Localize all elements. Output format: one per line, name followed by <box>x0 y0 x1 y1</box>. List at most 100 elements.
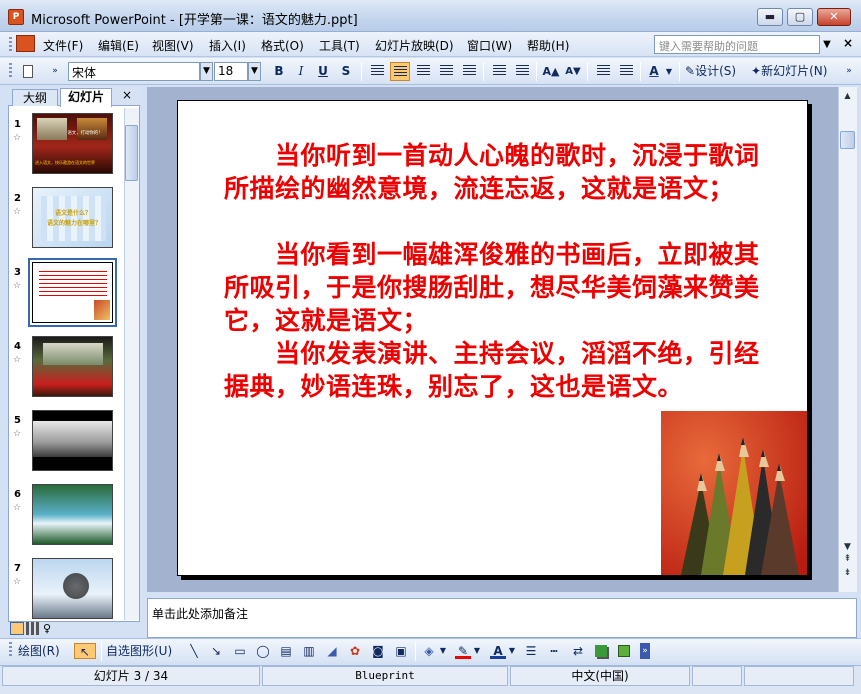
new-document-icon[interactable] <box>18 62 38 81</box>
normal-view-icon[interactable] <box>10 622 24 635</box>
slideshow-view-icon[interactable]: ♀ <box>43 622 51 635</box>
menu-insert[interactable]: 插入(I) <box>209 37 246 54</box>
font-color-button[interactable]: A <box>645 62 663 81</box>
shrink-font-icon[interactable]: A▼ <box>563 62 583 81</box>
shadow-style-icon[interactable] <box>593 643 609 659</box>
font-size-input[interactable]: 18 <box>214 62 248 81</box>
bullets-icon[interactable] <box>512 62 532 81</box>
scroll-up-icon[interactable]: ▲ <box>838 87 857 104</box>
menu-window[interactable]: 窗口(W) <box>467 37 512 54</box>
menu-help[interactable]: 帮助(H) <box>527 37 569 54</box>
design-label: 设计(S) <box>695 64 737 78</box>
font-size-dropdown-icon[interactable]: ▼ <box>248 62 261 81</box>
window-title: Microsoft PowerPoint - [开学第一课：语文的魅力.ppt] <box>31 13 358 28</box>
slide-paragraph-1[interactable]: 当你听到一首动人心魄的歌时，沉浸于歌词所描绘的幽然意境，流连忘返，这就是语文； <box>224 139 764 205</box>
vertical-textbox-icon[interactable]: ▥ <box>301 643 317 659</box>
menu-format[interactable]: 格式(O) <box>261 37 304 54</box>
slide-sorter-view-icon[interactable] <box>26 622 40 635</box>
line-icon[interactable]: ╲ <box>186 643 202 659</box>
italic-button[interactable]: I <box>292 62 310 81</box>
arrow-style-icon[interactable]: ⇄ <box>569 643 587 659</box>
decrease-indent-icon[interactable] <box>593 62 613 81</box>
tab-slides[interactable]: 幻灯片 <box>60 88 112 107</box>
toolbar-separator <box>679 62 680 81</box>
pane-close-icon[interactable]: × <box>122 88 132 102</box>
slide-thumbnail-4[interactable] <box>32 336 113 397</box>
toolbar-grip[interactable] <box>9 642 12 658</box>
autoshapes-button[interactable]: 自选图形(U) <box>106 643 182 659</box>
document-icon[interactable] <box>16 35 35 52</box>
new-slide-button[interactable]: ✦新幻灯片(N) <box>751 62 839 81</box>
close-window-button[interactable]: ✕ <box>817 8 851 26</box>
draw-font-color-dropdown-icon[interactable]: ▼ <box>507 643 517 659</box>
align-right-icon[interactable] <box>413 62 433 81</box>
font-name-input[interactable]: 宋体 <box>68 62 200 81</box>
help-search-input[interactable]: 键入需要帮助的问题 <box>654 35 820 54</box>
underline-button[interactable]: U <box>314 62 332 81</box>
align-center-icon[interactable] <box>390 62 410 81</box>
thumbnail-scrollbar[interactable] <box>124 108 139 620</box>
slide-thumbnail-3[interactable] <box>32 262 113 323</box>
menu-file[interactable]: 文件(F) <box>43 37 83 54</box>
toolbar-options-icon[interactable]: » <box>842 62 856 81</box>
toolbar-options-icon[interactable]: » <box>48 62 62 81</box>
line-color-dropdown-icon[interactable]: ▼ <box>472 643 482 659</box>
menu-grip[interactable] <box>9 37 12 53</box>
close-document-button[interactable]: × <box>843 36 853 50</box>
diagram-icon[interactable]: ✿ <box>347 643 363 659</box>
notes-pane[interactable]: 单击此处添加备注 <box>147 598 857 638</box>
grow-font-icon[interactable]: A▲ <box>541 62 561 81</box>
increase-indent-icon[interactable] <box>616 62 636 81</box>
draw-font-color-icon[interactable]: A <box>490 643 506 659</box>
slide-paragraph-2[interactable]: 当你看到一幅雄浑俊雅的书画后，立即被其所吸引，于是你搜肠刮肚，想尽华美饲藻来赞美… <box>224 238 764 337</box>
slide-thumbnail-2[interactable]: 语文是什么？ 语文的魅力在哪里？ <box>32 187 113 248</box>
align-left-icon[interactable] <box>367 62 387 81</box>
next-slide-icon[interactable]: ⇟ <box>838 566 857 580</box>
bold-button[interactable]: B <box>270 62 288 81</box>
font-color-dropdown-icon[interactable]: ▼ <box>664 62 674 81</box>
pencils-picture[interactable] <box>661 411 807 575</box>
powerpoint-app-icon[interactable]: P <box>8 9 24 25</box>
design-button[interactable]: ✎设计(S) <box>685 62 745 81</box>
shadow-button[interactable]: S <box>337 62 355 81</box>
toolbar-grip[interactable] <box>9 63 12 79</box>
fill-color-dropdown-icon[interactable]: ▼ <box>438 643 448 659</box>
fill-color-icon[interactable]: ◈ <box>421 643 437 659</box>
line-style-icon[interactable]: ☰ <box>522 643 540 659</box>
menu-tools[interactable]: 工具(T) <box>319 37 360 54</box>
toolbar-options-icon[interactable]: » <box>640 643 650 659</box>
current-slide[interactable]: 当你听到一首动人心魄的歌时，沉浸于歌词所描绘的幽然意境，流连忘返，这就是语文； … <box>177 100 808 576</box>
thumbnail-scroll-thumb[interactable] <box>125 125 138 181</box>
font-dropdown-icon[interactable]: ▼ <box>200 62 213 81</box>
numbering-icon[interactable] <box>489 62 509 81</box>
slide-paragraph-3[interactable]: 当你发表演讲、主持会议，滔滔不绝，引经据典，妙语连珠，别忘了，这也是语文。 <box>224 337 764 403</box>
picture-icon[interactable]: ▣ <box>393 643 409 659</box>
column-icon[interactable] <box>459 62 479 81</box>
dash-style-icon[interactable]: ┅ <box>545 643 563 659</box>
distributed-icon[interactable] <box>436 62 456 81</box>
menu-slideshow[interactable]: 幻灯片放映(D) <box>375 37 454 54</box>
select-arrow-icon[interactable]: ↖ <box>74 643 96 659</box>
wordart-icon[interactable]: ◢ <box>324 643 340 659</box>
draw-menu-button[interactable]: 绘图(R) <box>18 643 74 659</box>
minimize-button[interactable]: ▬ <box>757 8 783 26</box>
slide-scrollbar[interactable] <box>838 87 857 592</box>
arrow-icon[interactable]: ↘ <box>208 643 224 659</box>
previous-slide-icon[interactable]: ⇞ <box>838 552 857 566</box>
rectangle-icon[interactable]: ▭ <box>231 643 249 659</box>
slide-scroll-thumb[interactable] <box>840 131 855 149</box>
slide-thumbnail-1[interactable]: 语文，打动你的！ 进入语文，快乐遨游在语文的世界 <box>32 113 113 174</box>
help-dropdown-icon[interactable]: ▼ <box>820 35 834 54</box>
tab-outline[interactable]: 大纲 <box>12 89 58 106</box>
textbox-icon[interactable]: ▤ <box>278 643 294 659</box>
slide-thumbnail-5[interactable] <box>32 410 113 471</box>
3d-style-icon[interactable] <box>616 643 632 659</box>
oval-icon[interactable]: ◯ <box>254 643 272 659</box>
slide-thumbnail-6[interactable] <box>32 484 113 545</box>
slide-thumbnail-7[interactable] <box>32 558 113 619</box>
menu-edit[interactable]: 编辑(E) <box>98 37 139 54</box>
clipart-icon[interactable]: ◙ <box>370 643 386 659</box>
line-color-icon[interactable]: ✎ <box>455 643 471 659</box>
menu-view[interactable]: 视图(V) <box>152 37 194 54</box>
restore-button[interactable]: ▢ <box>787 8 813 26</box>
